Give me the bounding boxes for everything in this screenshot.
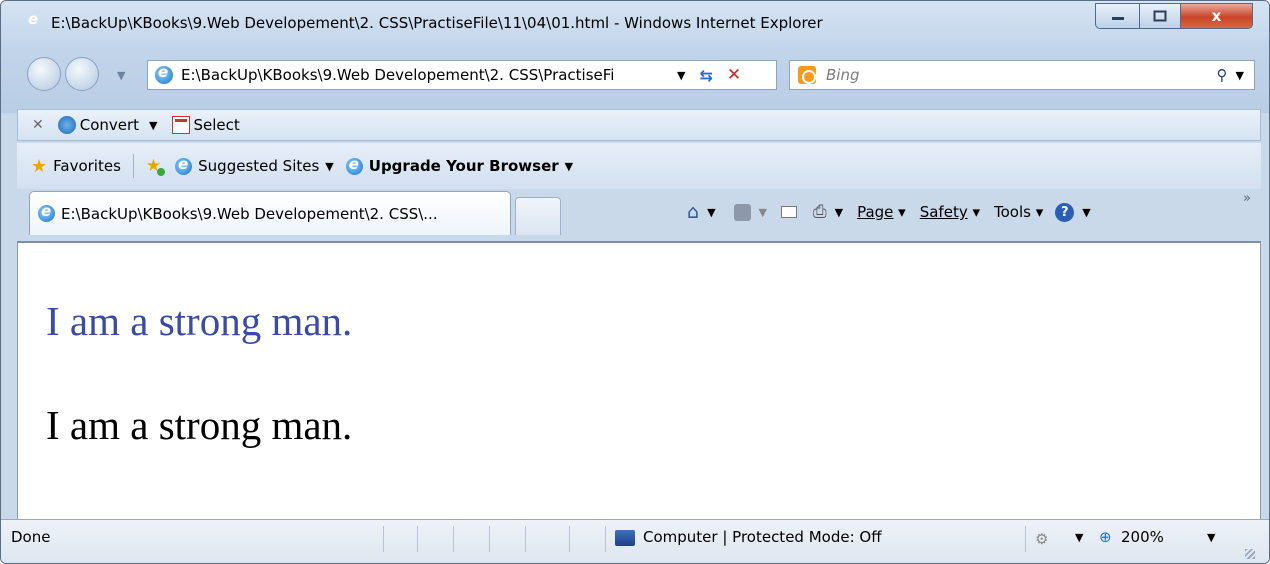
convert-chevron-down-icon[interactable]: ▼ <box>149 119 157 132</box>
print-chevron-down-icon[interactable]: ▼ <box>835 206 843 219</box>
tools-menu[interactable]: Tools ▾ <box>994 203 1043 221</box>
status-bar: Done Computer | Protected Mode: Off ⚙ ▼ … <box>1 519 1269 563</box>
security-zone[interactable]: Computer | Protected Mode: Off <box>643 528 882 546</box>
page-menu-label: Page <box>857 203 894 221</box>
window-controls: x <box>1095 3 1253 37</box>
address-chevron-down-icon[interactable]: ▼ <box>677 69 685 82</box>
address-input[interactable]: E:\BackUp\KBooks\9.Web Developement\2. C… <box>181 66 671 84</box>
mail-icon[interactable] <box>781 206 797 218</box>
command-bar: ⌂ ▼ ▼ ⎙ ▼ Page ▾ Safety ▾ Tools ▾ ? ▼ <box>687 197 1091 227</box>
convert-button[interactable]: Convert <box>80 116 139 134</box>
recent-pages-chevron-down-icon[interactable]: ▼ <box>117 69 125 82</box>
upgrade-browser-link[interactable]: Upgrade Your Browser <box>369 157 559 175</box>
navigation-bar: ▼ E:\BackUp\KBooks\9.Web Developement\2.… <box>1 51 1269 97</box>
feeds-icon[interactable] <box>733 203 751 221</box>
maximize-icon <box>1153 10 1167 22</box>
tab-label: E:\BackUp\KBooks\9.Web Developement\2. C… <box>61 204 438 223</box>
browser-window: E:\BackUp\KBooks\9.Web Developement\2. C… <box>0 0 1270 564</box>
suggested-sites-icon <box>175 155 193 175</box>
help-icon[interactable]: ? <box>1055 202 1075 222</box>
resize-grip-icon[interactable] <box>1245 549 1255 559</box>
minimize-button[interactable] <box>1095 3 1139 29</box>
bing-icon <box>798 66 816 84</box>
feeds-chevron-down-icon[interactable]: ▼ <box>759 206 767 219</box>
title-bar: E:\BackUp\KBooks\9.Web Developement\2. C… <box>1 1 1269 47</box>
tab-row: E:\BackUp\KBooks\9.Web Developement\2. C… <box>17 189 1261 241</box>
status-separator <box>417 526 418 552</box>
search-icon[interactable]: ⚲ <box>1217 66 1228 84</box>
maximize-button[interactable] <box>1139 3 1181 29</box>
refresh-icon[interactable]: ⇆ <box>699 66 712 85</box>
convert-toolbar: ✕ Convert ▼ Select <box>17 109 1261 141</box>
home-chevron-down-icon[interactable]: ▼ <box>707 206 715 219</box>
content-line-blue: I am a strong man. <box>46 298 353 344</box>
settings-chevron-down-icon[interactable]: ▼ <box>1075 531 1083 544</box>
minimize-icon <box>1111 17 1124 20</box>
select-icon <box>171 116 190 134</box>
status-separator <box>1025 526 1026 552</box>
status-separator <box>383 526 384 552</box>
status-separator <box>569 526 570 552</box>
tools-menu-label: Tools <box>994 203 1031 221</box>
back-button[interactable] <box>27 57 61 91</box>
convert-icon <box>57 116 76 134</box>
select-button[interactable]: Select <box>194 116 240 134</box>
safety-menu-label: Safety <box>919 203 968 221</box>
zoom-icon[interactable]: ⊕ <box>1099 528 1112 546</box>
favorites-star-icon[interactable]: ★ <box>31 156 47 177</box>
stop-icon[interactable]: ✕ <box>727 65 741 85</box>
page-content: I am a strong man. I am a strong man. <box>17 241 1261 519</box>
status-separator <box>525 526 526 552</box>
print-icon[interactable]: ⎙ <box>813 202 827 222</box>
separator <box>132 154 134 178</box>
page-icon <box>155 63 173 84</box>
address-bar[interactable]: E:\BackUp\KBooks\9.Web Developement\2. C… <box>147 60 777 90</box>
status-text: Done <box>11 528 51 546</box>
forward-button[interactable] <box>65 57 99 91</box>
favorites-bar: ★ Favorites ★ Suggested Sites ▼ Upgrade … <box>17 143 1261 189</box>
search-input[interactable]: Bing <box>826 66 1217 84</box>
search-box[interactable]: Bing ⚲ ▼ <box>789 60 1255 90</box>
window-title: E:\BackUp\KBooks\9.Web Developement\2. C… <box>51 14 823 32</box>
zoom-chevron-down-icon[interactable]: ▼ <box>1207 531 1215 544</box>
search-chevron-down-icon[interactable]: ▼ <box>1236 69 1244 82</box>
upgrade-browser-chevron-down-icon[interactable]: ▼ <box>565 160 573 173</box>
suggested-sites-link[interactable]: Suggested Sites <box>198 157 319 175</box>
upgrade-browser-icon <box>345 155 363 175</box>
home-icon[interactable]: ⌂ <box>687 201 699 223</box>
tab-page-icon <box>38 202 55 222</box>
status-separator <box>489 526 490 552</box>
favorites-button[interactable]: Favorites <box>53 157 121 175</box>
computer-icon <box>615 530 635 546</box>
close-button[interactable]: x <box>1181 3 1253 29</box>
security-settings-icon[interactable]: ⚙ <box>1035 530 1048 548</box>
page-menu[interactable]: Page ▾ <box>857 203 906 221</box>
help-chevron-down-icon[interactable]: ▼ <box>1082 206 1090 219</box>
more-chevron-icon[interactable]: » <box>1243 191 1251 206</box>
new-tab-button[interactable] <box>515 197 561 235</box>
add-to-favorites-icon[interactable]: ★ <box>146 156 166 176</box>
status-separator <box>453 526 454 552</box>
content-line-black: I am a strong man. <box>46 402 353 448</box>
close-toolbar-icon[interactable]: ✕ <box>32 117 44 133</box>
status-separator <box>605 526 606 552</box>
zoom-level[interactable]: 200% <box>1121 528 1164 546</box>
suggested-sites-chevron-down-icon[interactable]: ▼ <box>325 160 333 173</box>
tab-current-page[interactable]: E:\BackUp\KBooks\9.Web Developement\2. C… <box>29 191 511 235</box>
close-icon: x <box>1211 7 1222 25</box>
safety-menu[interactable]: Safety ▾ <box>920 203 980 221</box>
